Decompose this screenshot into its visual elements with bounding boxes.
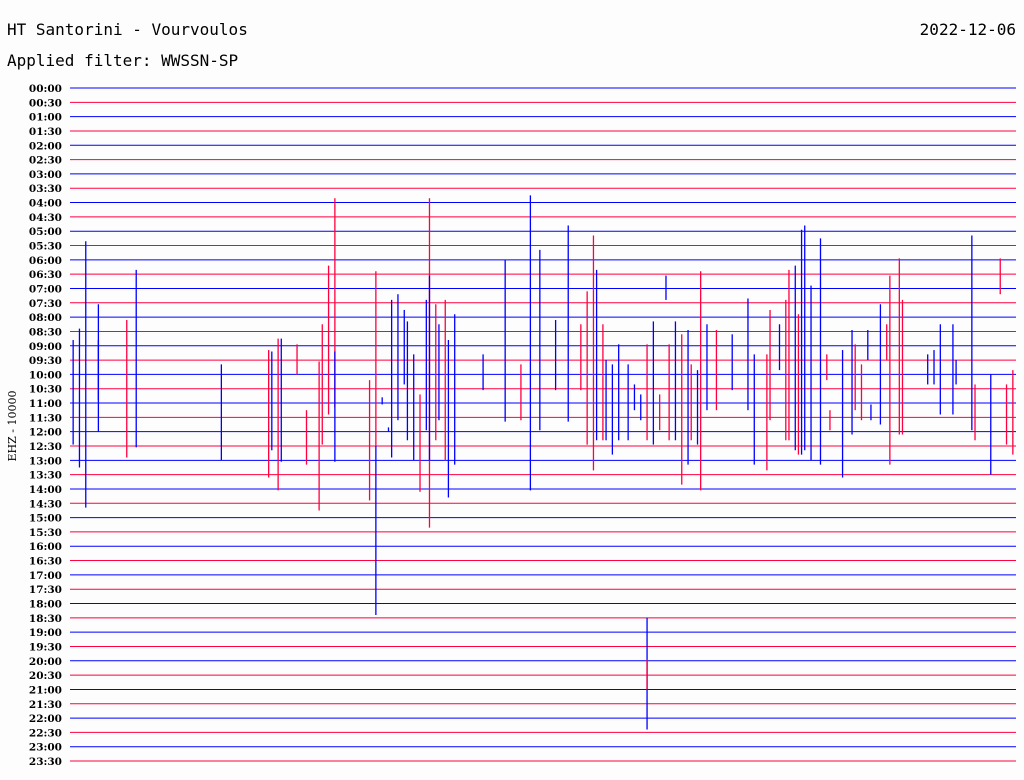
time-tick-label: 02:30 xyxy=(29,155,62,167)
helicorder-page: HT Santorini - Vourvoulos 2022-12-06 App… xyxy=(0,0,1024,780)
time-tick-label: 03:30 xyxy=(29,183,62,195)
time-tick-label: 03:00 xyxy=(29,169,62,181)
time-tick-label: 20:00 xyxy=(29,656,62,668)
time-tick-label: 13:30 xyxy=(29,470,62,482)
time-tick-label: 10:30 xyxy=(29,384,62,396)
time-tick-label: 01:30 xyxy=(29,126,62,138)
time-tick-label: 15:00 xyxy=(29,513,62,525)
time-tick-label: 07:30 xyxy=(29,298,62,310)
time-tick-label: 04:00 xyxy=(29,198,62,210)
time-tick-label: 08:30 xyxy=(29,326,62,338)
time-tick-label: 21:00 xyxy=(29,684,62,696)
time-tick-label: 04:30 xyxy=(29,212,62,224)
time-tick-label: 07:00 xyxy=(29,283,62,295)
time-tick-label: 16:00 xyxy=(29,541,62,553)
time-tick-label: 08:00 xyxy=(29,312,62,324)
helicorder-plot: EHZ - 10000 00:00 00:30 01:00 01:30 02:00 02:… xyxy=(6,83,1016,768)
time-tick-label: 05:00 xyxy=(29,226,62,238)
time-tick-label: 17:00 xyxy=(29,570,62,582)
time-tick-label: 22:30 xyxy=(29,727,62,739)
time-tick-label: 23:00 xyxy=(29,742,62,754)
time-tick-label: 10:00 xyxy=(29,369,62,381)
time-tick-label: 00:00 xyxy=(29,83,62,95)
time-tick-label: 15:30 xyxy=(29,527,62,539)
time-tick-label: 22:00 xyxy=(29,713,62,725)
time-tick-label: 17:30 xyxy=(29,584,62,596)
time-tick-label: 00:30 xyxy=(29,97,62,109)
time-tick-label: 18:30 xyxy=(29,613,62,625)
time-tick-label: 21:30 xyxy=(29,699,62,711)
time-tick-label: 02:00 xyxy=(29,140,62,152)
time-tick-label: 09:00 xyxy=(29,341,62,353)
time-tick-label: 11:00 xyxy=(29,398,62,410)
time-tick-label: 06:30 xyxy=(29,269,62,281)
time-tick-label: 09:30 xyxy=(29,355,62,367)
y-axis-label: EHZ - 10000 xyxy=(6,391,19,462)
time-tick-label: 11:30 xyxy=(29,412,62,424)
time-tick-label: 13:00 xyxy=(29,455,62,467)
time-tick-label: 20:30 xyxy=(29,670,62,682)
time-tick-label: 06:00 xyxy=(29,255,62,267)
time-tick-label: 01:00 xyxy=(29,112,62,124)
time-tick-label: 18:00 xyxy=(29,599,62,611)
time-tick-label: 14:30 xyxy=(29,498,62,510)
time-tick-label: 16:30 xyxy=(29,556,62,568)
time-tick-label: 14:00 xyxy=(29,484,62,496)
time-tick-label: 12:30 xyxy=(29,441,62,453)
time-tick-label: 19:00 xyxy=(29,627,62,639)
time-tick-label: 23:30 xyxy=(29,756,62,768)
time-tick-label: 12:00 xyxy=(29,427,62,439)
time-tick-label: 19:30 xyxy=(29,641,62,653)
time-tick-label: 05:30 xyxy=(29,241,62,253)
